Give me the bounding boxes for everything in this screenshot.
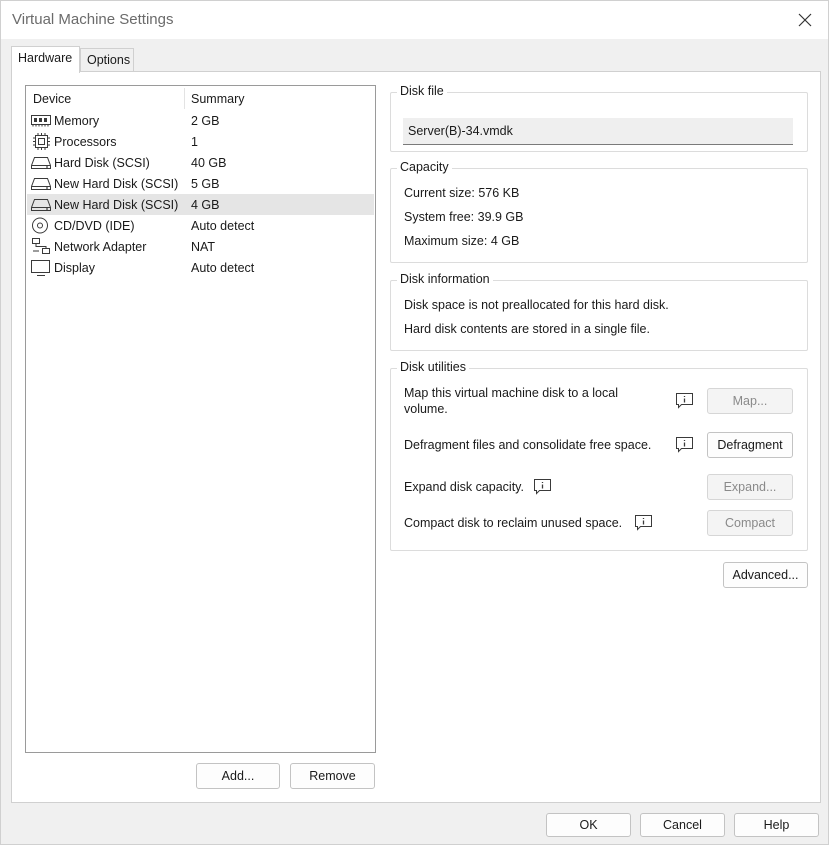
close-icon xyxy=(798,13,812,27)
disk-file-field: Server(B)-34.vmdk xyxy=(403,118,793,145)
device-name: Processors xyxy=(54,135,117,149)
remove-button[interactable]: Remove xyxy=(290,763,375,789)
disk-information-legend: Disk information xyxy=(397,272,493,286)
map-description-line-1: Map this virtual machine disk to a local xyxy=(404,386,618,400)
device-name: Display xyxy=(54,261,95,275)
advanced-button[interactable]: Advanced... xyxy=(723,562,808,588)
expand-description: Expand disk capacity. xyxy=(404,480,524,494)
device-name: Memory xyxy=(54,114,100,128)
add-button[interactable]: Add... xyxy=(196,763,280,789)
close-button[interactable] xyxy=(782,1,828,39)
ok-button[interactable]: OK xyxy=(546,813,631,837)
disk-file-legend: Disk file xyxy=(397,84,447,98)
device-summary: 5 GB xyxy=(191,177,220,191)
disk-file-group: Disk file Server(B)-34.vmdk xyxy=(390,84,808,152)
maximum-size-text: Maximum size: 4 GB xyxy=(404,234,520,248)
window-title: Virtual Machine Settings xyxy=(12,11,174,28)
current-size-text: Current size: 576 KB xyxy=(404,186,520,200)
info-icon[interactable] xyxy=(675,436,694,453)
device-row-hard-disk[interactable]: Hard Disk (SCSI) 40 GB xyxy=(27,152,374,173)
device-row-display[interactable]: Display Auto detect xyxy=(27,257,374,278)
disk-utilities-legend: Disk utilities xyxy=(397,360,469,374)
hard-disk-icon xyxy=(31,199,51,211)
info-icon[interactable] xyxy=(675,392,694,409)
disk-utilities-group: Disk utilities Map this virtual machine … xyxy=(390,360,808,551)
compact-button[interactable]: Compact xyxy=(707,510,793,536)
device-row-network-adapter[interactable]: Network Adapter NAT xyxy=(27,236,374,257)
disk-information-line-2: Hard disk contents are stored in a singl… xyxy=(404,322,650,336)
device-list-header: Device Summary xyxy=(26,86,375,110)
map-button[interactable]: Map... xyxy=(707,388,793,414)
hardware-panel: Device Summary Memory 2 GB Processors 1 … xyxy=(11,71,821,803)
system-free-text: System free: 39.9 GB xyxy=(404,210,524,224)
device-row-new-hard-disk-1[interactable]: New Hard Disk (SCSI) 5 GB xyxy=(27,173,374,194)
capacity-legend: Capacity xyxy=(397,160,452,174)
device-row-memory[interactable]: Memory 2 GB xyxy=(27,110,374,131)
cd-dvd-icon xyxy=(32,217,48,234)
device-name: New Hard Disk (SCSI) xyxy=(54,198,179,212)
device-row-cd-dvd[interactable]: CD/DVD (IDE) Auto detect xyxy=(27,215,374,236)
device-summary: 40 GB xyxy=(191,156,227,170)
vm-settings-dialog: Virtual Machine Settings Hardware Option… xyxy=(0,0,829,845)
device-summary: 4 GB xyxy=(191,198,220,212)
expand-button[interactable]: Expand... xyxy=(707,474,793,500)
processor-icon xyxy=(33,133,50,150)
defragment-description: Defragment files and consolidate free sp… xyxy=(404,438,652,452)
device-name: CD/DVD (IDE) xyxy=(54,219,135,233)
defragment-button[interactable]: Defragment xyxy=(707,432,793,458)
title-bar: Virtual Machine Settings xyxy=(1,1,828,39)
device-summary: NAT xyxy=(191,240,216,254)
display-icon xyxy=(31,260,50,276)
tab-options[interactable]: Options xyxy=(80,48,134,71)
disk-information-line-1: Disk space is not preallocated for this … xyxy=(404,298,669,312)
device-name: Hard Disk (SCSI) xyxy=(54,156,150,170)
capacity-group: Capacity Current size: 576 KB System fre… xyxy=(390,160,808,263)
column-header-device[interactable]: Device xyxy=(33,92,71,106)
tab-options-label: Options xyxy=(87,53,131,67)
device-summary: Auto detect xyxy=(191,261,255,275)
help-button[interactable]: Help xyxy=(734,813,819,837)
device-name: New Hard Disk (SCSI) xyxy=(54,177,179,191)
column-header-summary[interactable]: Summary xyxy=(191,92,244,106)
device-list[interactable]: Device Summary Memory 2 GB Processors 1 … xyxy=(25,85,376,753)
hard-disk-icon xyxy=(31,157,51,169)
map-description-line-2: volume. xyxy=(404,402,448,416)
device-summary: Auto detect xyxy=(191,219,255,233)
tab-hardware[interactable]: Hardware xyxy=(11,46,80,73)
tab-hardware-label: Hardware xyxy=(18,51,73,65)
hard-disk-icon xyxy=(31,178,51,190)
compact-description: Compact disk to reclaim unused space. xyxy=(404,516,623,530)
device-summary: 1 xyxy=(191,135,198,149)
cancel-button[interactable]: Cancel xyxy=(640,813,725,837)
device-summary: 2 GB xyxy=(191,114,220,128)
info-icon[interactable] xyxy=(634,514,653,531)
disk-file-name: Server(B)-34.vmdk xyxy=(408,124,513,138)
device-name: Network Adapter xyxy=(54,240,147,254)
memory-icon xyxy=(31,115,51,127)
network-adapter-icon xyxy=(32,238,50,254)
device-row-processors[interactable]: Processors 1 xyxy=(27,131,374,152)
disk-information-group: Disk information Disk space is not preal… xyxy=(390,272,808,351)
device-row-new-hard-disk-2[interactable]: New Hard Disk (SCSI) 4 GB xyxy=(27,194,374,215)
info-icon[interactable] xyxy=(533,478,552,495)
column-separator[interactable] xyxy=(184,88,185,109)
